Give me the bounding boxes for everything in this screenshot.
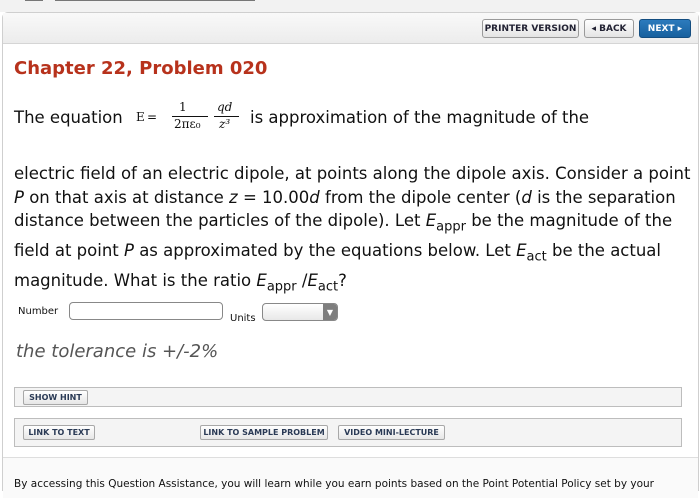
- number-input[interactable]: [69, 302, 223, 320]
- top-navbar: PRINTER VERSION ◂ BACK NEXT ▸: [3, 13, 698, 44]
- fraction1-numerator: 1: [179, 100, 187, 114]
- back-button[interactable]: ◂ BACK: [584, 19, 634, 38]
- question-content: Chapter 22, Problem 020 The equation E =…: [3, 44, 698, 498]
- next-button[interactable]: NEXT ▸: [639, 19, 691, 38]
- link-to-sample-problem-button[interactable]: LINK TO SAMPLE PROBLEM: [200, 425, 328, 440]
- dropdown-arrow-icon[interactable]: ▼: [323, 304, 337, 320]
- equation: E = 1 2πε₀ qd z³: [136, 100, 246, 136]
- fraction1-denominator: 2πε₀: [174, 117, 201, 131]
- question-frame: PRINTER VERSION ◂ BACK NEXT ▸ Chapter 22…: [2, 12, 699, 498]
- link-to-text-button[interactable]: LINK TO TEXT: [23, 425, 95, 440]
- video-mini-lecture-button[interactable]: VIDEO MINI-LECTURE: [338, 425, 445, 440]
- strip-divider: [55, 0, 255, 1]
- show-hint-button[interactable]: SHOW HINT: [23, 390, 88, 405]
- units-select[interactable]: ▼: [262, 303, 338, 321]
- equation-equals: =: [147, 110, 158, 124]
- question-intro-continued: is approximation of the magnitude of the: [250, 108, 590, 127]
- footer: By accessing this Question Assistance, y…: [3, 457, 698, 498]
- top-strip: [0, 0, 700, 12]
- number-label: Number: [18, 306, 59, 317]
- footer-text: By accessing this Question Assistance, y…: [14, 478, 655, 490]
- tolerance-text: the tolerance is +/-2%: [16, 341, 219, 362]
- equation-lhs: E: [136, 110, 145, 124]
- printer-version-button[interactable]: PRINTER VERSION: [482, 19, 579, 38]
- resource-links-bar: LINK TO TEXT LINK TO SAMPLE PROBLEM VIDE…: [14, 418, 682, 447]
- fraction2-numerator: qd: [217, 100, 233, 114]
- question-intro: The equation: [14, 108, 123, 127]
- problem-title: Chapter 22, Problem 020: [14, 58, 268, 79]
- strip-divider: [25, 0, 43, 1]
- fraction2-denominator: z³: [219, 117, 231, 131]
- units-label: Units: [230, 313, 256, 324]
- hint-bar: SHOW HINT: [14, 387, 682, 407]
- question-body: electric field of an electric dipole, at…: [14, 164, 691, 294]
